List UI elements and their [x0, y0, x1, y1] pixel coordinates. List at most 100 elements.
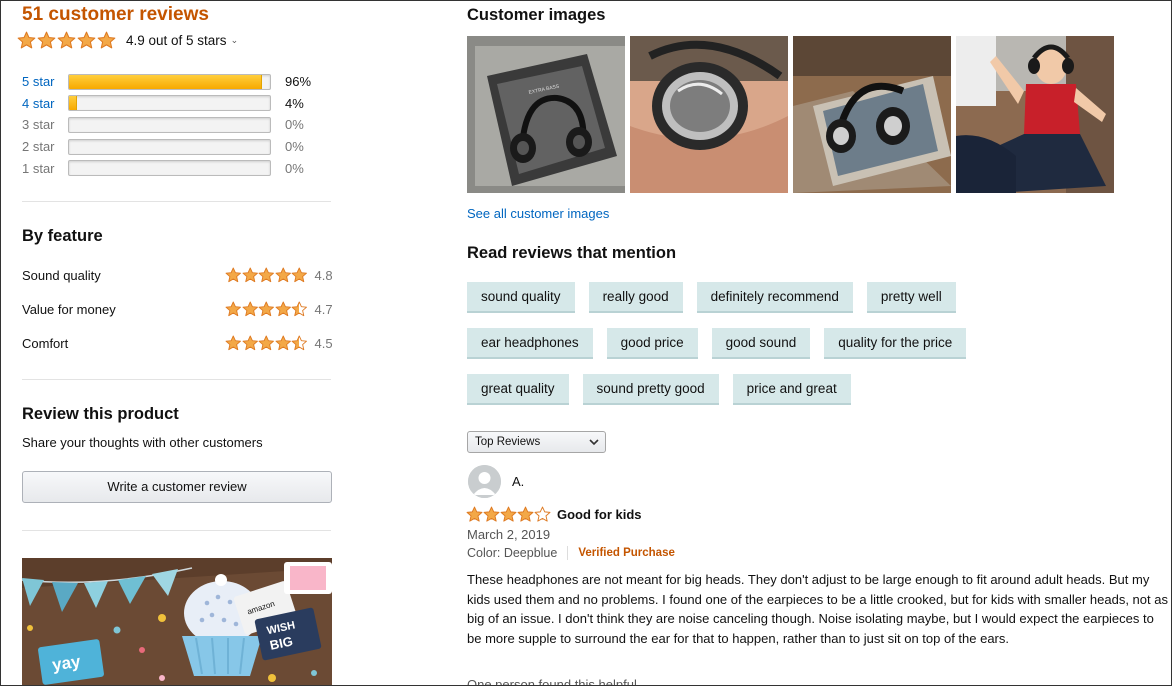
feature-stars [225, 335, 308, 352]
customer-image-thumbnail[interactable] [956, 36, 1114, 193]
divider [22, 201, 331, 202]
rating-histogram: 5 star 96% 4 star 4% 3 star 0% 2 star 0%… [22, 71, 333, 179]
star-icon [275, 301, 292, 318]
histogram-bar [68, 116, 271, 133]
star-icon [57, 31, 76, 50]
star-icon [517, 506, 534, 523]
mention-chip[interactable]: quality for the price [824, 328, 967, 359]
star-icon [17, 31, 36, 50]
customer-image-thumbnail[interactable] [793, 36, 951, 193]
feature-row: Comfort 4.5 [22, 333, 333, 353]
mention-chip[interactable]: good sound [711, 328, 811, 359]
histogram-bar-fill [69, 96, 78, 111]
star-icon [500, 506, 517, 523]
gift-card-yay-label: yay [51, 652, 82, 675]
review-color-variant[interactable]: Color: Deepblue [467, 546, 557, 560]
feature-rating-value: 4.7 [314, 301, 333, 317]
reviews-page: 51 customer reviews 4.9 out of 5 stars ⌄… [0, 0, 1172, 686]
mention-chip[interactable]: price and great [732, 374, 851, 405]
histogram-row: 2 star 0% [22, 136, 333, 158]
histogram-star-label: 2 star [22, 139, 55, 155]
customer-images-title: Customer images [467, 6, 606, 24]
feature-row: Sound quality 4.8 [22, 265, 333, 285]
reviewer-profile[interactable]: A. [468, 465, 524, 498]
review-stars [466, 506, 551, 523]
overall-rating-text: 4.9 out of 5 stars [126, 33, 227, 48]
mention-chip[interactable]: really good [588, 282, 683, 313]
mention-chip-row: great quality sound pretty good price an… [467, 374, 1167, 405]
chevron-down-icon [589, 432, 599, 460]
verified-purchase-badge: Verified Purchase [578, 547, 675, 559]
divider [567, 546, 569, 560]
star-icon [291, 301, 308, 318]
star-icon [242, 267, 259, 284]
star-icon [37, 31, 56, 50]
star-icon [291, 267, 308, 284]
overall-rating[interactable]: 4.9 out of 5 stars ⌄ [17, 31, 238, 50]
star-icon [275, 267, 292, 284]
mention-chip[interactable]: great quality [467, 374, 569, 405]
mention-chip[interactable]: ear headphones [467, 328, 593, 359]
histogram-bar[interactable] [68, 95, 271, 112]
mention-chip[interactable]: sound quality [467, 282, 575, 313]
child-wearing-headphones-photo [956, 36, 1114, 193]
feature-name: Sound quality [22, 267, 101, 283]
star-icon [242, 335, 259, 352]
gift-card-promo-banner[interactable]: amazon WISH BIG yay [22, 558, 332, 685]
histogram-bar [68, 138, 271, 155]
star-icon [242, 301, 259, 318]
star-icon [97, 31, 116, 50]
divider [22, 530, 331, 531]
avatar[interactable] [468, 465, 501, 498]
star-icon [258, 301, 275, 318]
histogram-bar[interactable] [68, 73, 271, 90]
user-avatar-icon [468, 465, 501, 498]
headphones-worn-photo [630, 36, 788, 193]
star-icon [77, 31, 96, 50]
histogram-row: 1 star 0% [22, 157, 333, 179]
star-icon [291, 335, 308, 352]
histogram-percent: 4% [285, 95, 304, 111]
histogram-bar-fill [69, 74, 262, 89]
headphones-on-box-photo [793, 36, 951, 193]
feature-name: Value for money [22, 301, 116, 317]
mention-chip-row: sound quality really good definitely rec… [467, 282, 1167, 313]
review-title[interactable]: Good for kids [557, 507, 642, 522]
histogram-star-label[interactable]: 4 star [22, 96, 68, 111]
mention-chip-row: ear headphones good price good sound qua… [467, 328, 1167, 359]
customer-image-thumbnail[interactable] [630, 36, 788, 193]
customer-image-thumbnail[interactable]: EXTRA BASS [467, 36, 625, 193]
histogram-row[interactable]: 5 star 96% [22, 71, 333, 93]
sort-reviews-dropdown[interactable]: Top Reviews [467, 431, 606, 453]
mention-chip[interactable]: sound pretty good [582, 374, 719, 405]
feature-stars [225, 301, 308, 318]
mention-chip[interactable]: good price [606, 328, 698, 359]
read-reviews-mention-title: Read reviews that mention [467, 244, 677, 262]
histogram-bar [68, 160, 271, 177]
histogram-star-label[interactable]: 5 star [22, 74, 68, 89]
mention-chip[interactable]: definitely recommend [696, 282, 853, 313]
star-icon [483, 506, 500, 523]
histogram-row: 3 star 0% [22, 114, 333, 136]
histogram-star-label: 3 star [22, 117, 55, 133]
histogram-percent: 96% [285, 74, 312, 90]
divider [22, 379, 331, 380]
chevron-down-icon[interactable]: ⌄ [231, 35, 239, 46]
histogram-percent: 0% [285, 139, 304, 155]
feature-name: Comfort [22, 335, 69, 351]
reviews-count-title[interactable]: 51 customer reviews [22, 4, 209, 26]
write-review-button[interactable]: Write a customer review [22, 471, 332, 503]
star-icon [275, 335, 292, 352]
mention-chip[interactable]: pretty well [866, 282, 956, 313]
review-date: March 2, 2019 [467, 527, 551, 542]
star-icon [534, 506, 551, 523]
star-icon [225, 335, 242, 352]
histogram-percent: 0% [285, 160, 304, 176]
reviewer-name[interactable]: A. [512, 474, 524, 489]
see-all-images-link[interactable]: See all customer images [467, 206, 609, 221]
customer-images-strip: EXTRA BASS [467, 36, 1114, 193]
star-icon [225, 267, 242, 284]
review-this-product-subtitle: Share your thoughts with other customers [22, 435, 263, 450]
star-icon [258, 335, 275, 352]
histogram-row[interactable]: 4 star 4% [22, 93, 333, 115]
